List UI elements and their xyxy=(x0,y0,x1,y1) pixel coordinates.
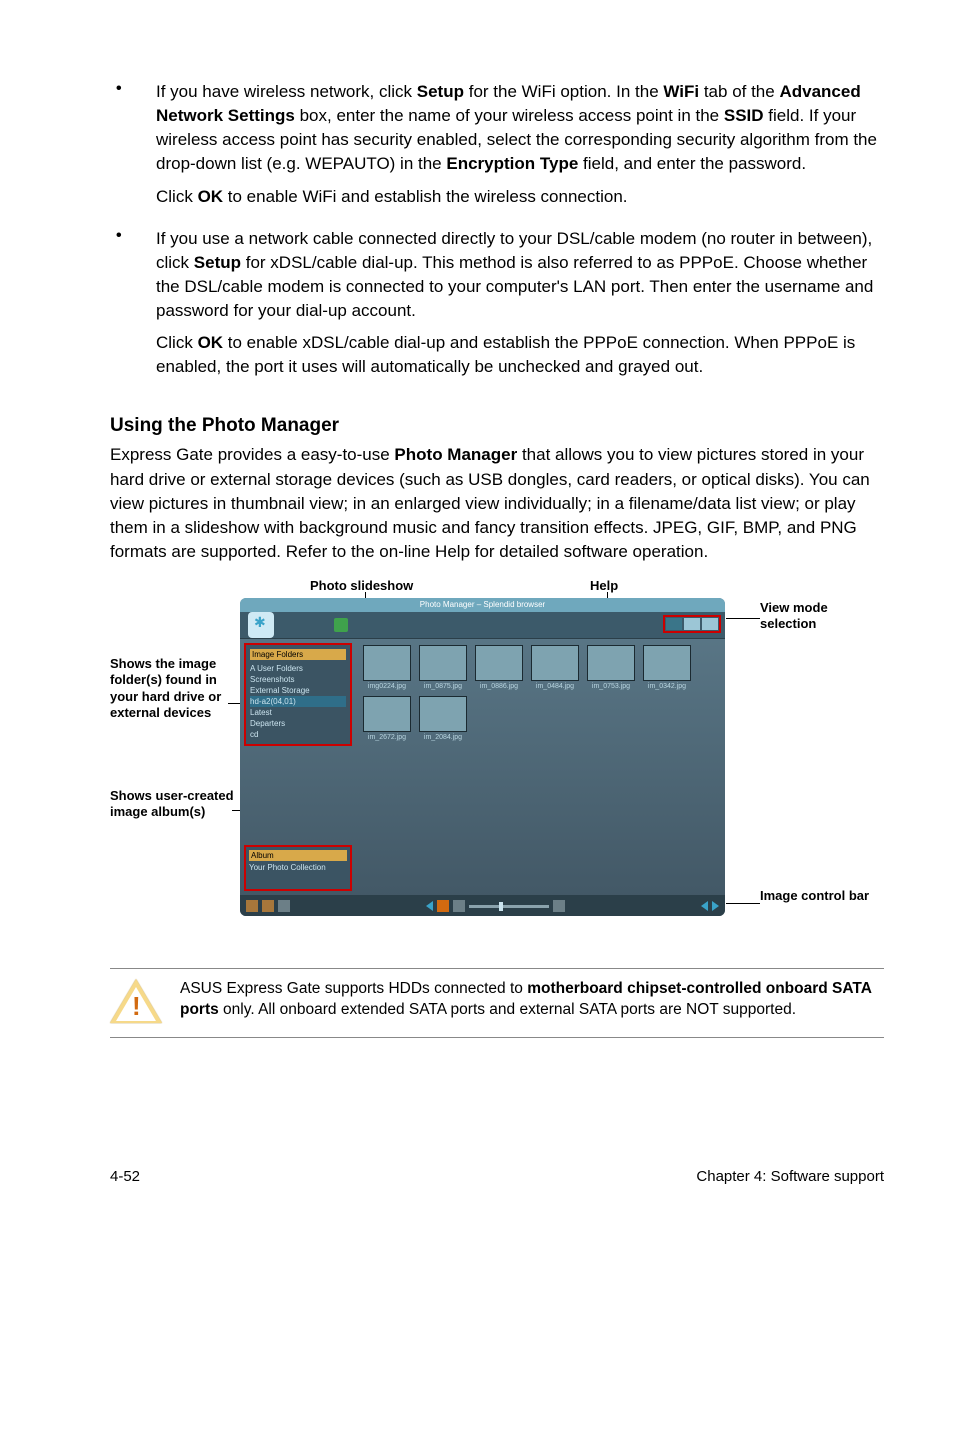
folder-item[interactable]: A User Folders xyxy=(250,663,346,674)
bullet-paragraph: Click OK to enable xDSL/cable dial-up an… xyxy=(156,331,884,379)
intro-paragraph: Express Gate provides a easy-to-use Phot… xyxy=(110,443,884,564)
app-logo-icon xyxy=(248,612,274,638)
bullet-marker: • xyxy=(110,80,156,217)
folder-item[interactable]: Latest xyxy=(250,707,346,718)
page-next-icon[interactable] xyxy=(712,901,719,911)
zoom-in-icon[interactable] xyxy=(553,900,565,912)
thumbnail[interactable]: im_0753.jpg xyxy=(586,645,636,690)
bullet-item: • If you have wireless network, click Se… xyxy=(110,80,884,217)
callout-photo-slideshow: Photo slideshow xyxy=(310,578,413,594)
view-mode-list-icon[interactable] xyxy=(684,618,700,630)
view-mode-single-icon[interactable] xyxy=(702,618,718,630)
bullet-marker: • xyxy=(110,227,156,388)
folders-panel: Image Folders A User Folders Screenshots… xyxy=(244,643,352,746)
folder-item[interactable]: Departers xyxy=(250,718,346,729)
bullet-paragraph: If you have wireless network, click Setu… xyxy=(156,80,884,177)
folders-header: Image Folders xyxy=(250,649,346,660)
view-mode-selector[interactable] xyxy=(663,615,721,633)
bullet-paragraph: If you use a network cable connected dir… xyxy=(156,227,884,324)
caution-text: ASUS Express Gate supports HDDs connecte… xyxy=(180,979,884,1021)
album-item[interactable]: Your Photo Collection xyxy=(249,863,347,872)
folder-item[interactable]: hd-a2(04,01) xyxy=(250,696,346,707)
zoom-out-icon[interactable] xyxy=(453,900,465,912)
zoom-slider[interactable] xyxy=(469,905,549,908)
window-toolbar xyxy=(240,612,725,639)
folder-item[interactable]: External Storage xyxy=(250,685,346,696)
thumbnail-grid: img0224.jpg im_0875.jpg im_0886.jpg im_0… xyxy=(356,639,725,895)
photo-manager-figure: Photo slideshow Help View mode selection… xyxy=(110,578,880,938)
page-prev-icon[interactable] xyxy=(701,901,708,911)
prev-icon[interactable] xyxy=(426,901,433,911)
thumbnail[interactable]: im_2672.jpg xyxy=(362,696,412,741)
bullet-item: • If you use a network cable connected d… xyxy=(110,227,884,388)
callout-help: Help xyxy=(590,578,618,594)
delete-icon[interactable] xyxy=(278,900,290,912)
screenshot-window: Photo Manager – Splendid browser Image F… xyxy=(240,598,725,916)
page-footer: 4-52 Chapter 4: Software support xyxy=(0,1078,954,1225)
bullet-paragraph: Click OK to enable WiFi and establish th… xyxy=(156,185,884,209)
play-icon[interactable] xyxy=(437,900,449,912)
caution-icon: ! xyxy=(110,979,162,1025)
chapter-label: Chapter 4: Software support xyxy=(696,1168,884,1185)
bullet-list: • If you have wireless network, click Se… xyxy=(110,80,884,387)
thumbnail[interactable]: img0224.jpg xyxy=(362,645,412,690)
rotate-left-icon[interactable] xyxy=(246,900,258,912)
slideshow-icon[interactable] xyxy=(334,618,348,632)
callout-image-bar: Image control bar xyxy=(760,888,870,904)
callout-view-mode: View mode selection xyxy=(760,600,870,633)
thumbnail[interactable]: im_0484.jpg xyxy=(530,645,580,690)
callout-albums: Shows user-created image album(s) xyxy=(110,788,240,821)
thumbnail[interactable]: im_2084.jpg xyxy=(418,696,468,741)
albums-panel: Album Your Photo Collection xyxy=(244,845,352,891)
thumbnail[interactable]: im_0342.jpg xyxy=(642,645,692,690)
callout-folders: Shows the image folder(s) found in your … xyxy=(110,656,230,721)
section-heading: Using the Photo Manager xyxy=(110,415,884,437)
caution-note: ! ASUS Express Gate supports HDDs connec… xyxy=(110,968,884,1038)
thumbnail[interactable]: im_0886.jpg xyxy=(474,645,524,690)
page-number: 4-52 xyxy=(110,1168,140,1185)
albums-header: Album xyxy=(249,850,347,861)
window-titlebar: Photo Manager – Splendid browser xyxy=(240,598,725,612)
thumbnail[interactable]: im_0875.jpg xyxy=(418,645,468,690)
image-control-bar xyxy=(240,895,725,916)
rotate-right-icon[interactable] xyxy=(262,900,274,912)
view-mode-thumb-icon[interactable] xyxy=(666,618,682,630)
folder-item[interactable]: Screenshots xyxy=(250,674,346,685)
folder-item[interactable]: cd xyxy=(250,729,346,740)
